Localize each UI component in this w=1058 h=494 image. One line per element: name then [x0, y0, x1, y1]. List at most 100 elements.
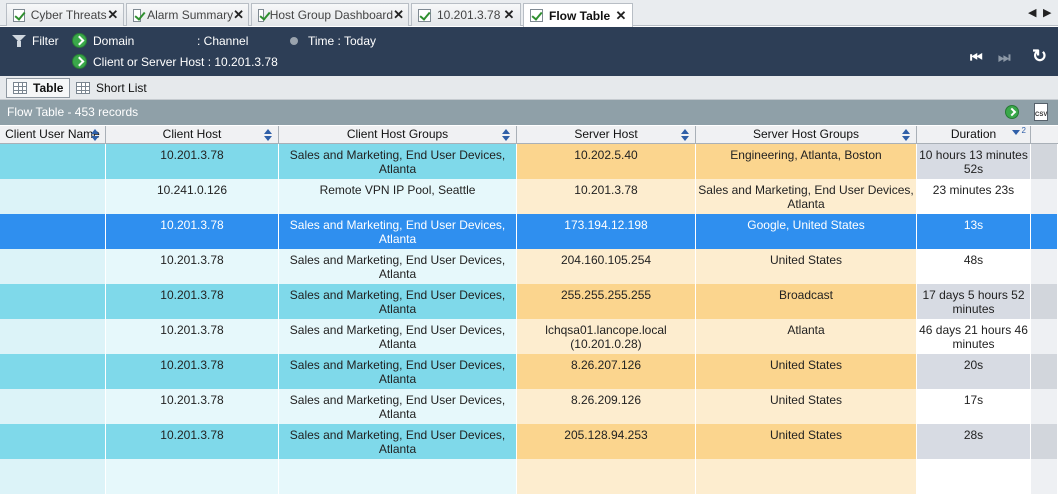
cell-server-host-groups: United States — [696, 249, 917, 284]
table-view-button[interactable]: Table — [6, 78, 71, 98]
filter-button[interactable]: Filter — [12, 34, 59, 48]
cell-client-host — [106, 459, 279, 494]
tab-cyber-threats[interactable]: Cyber Threats ✕ — [6, 3, 124, 26]
cell-client-user-name — [0, 284, 106, 319]
go-icon[interactable] — [1005, 105, 1019, 119]
cell-client-host-groups: Sales and Marketing, End User Devices, A… — [279, 284, 517, 319]
tab-scroll-right-icon[interactable]: ▶ — [1043, 6, 1051, 19]
table-row[interactable]: 10.201.3.78 Sales and Marketing, End User… — [0, 354, 1058, 389]
cell-duration: 20s — [917, 354, 1031, 389]
cell-client-host-groups: Sales and Marketing, End User Devices, A… — [279, 144, 517, 179]
cell-client-user-name — [0, 424, 106, 459]
cell-client-host: 10.201.3.78 — [106, 319, 279, 354]
cell-overflow — [1031, 319, 1058, 354]
fast-forward-icon[interactable]: ⏭ — [998, 49, 1011, 66]
sort-icon[interactable] — [902, 129, 910, 141]
cell-client-host: 10.201.3.78 — [106, 214, 279, 249]
cell-overflow — [1031, 179, 1058, 214]
domain-filter[interactable]: Domain — [72, 33, 134, 48]
cell-overflow — [1031, 144, 1058, 179]
cell-client-host: 10.201.3.78 — [106, 389, 279, 424]
tab-label: Cyber Threats — [30, 8, 107, 22]
cell-client-user-name — [0, 354, 106, 389]
tab-host-group-dashboard[interactable]: Host Group Dashboard ✕ — [251, 3, 409, 26]
column-label: Duration — [950, 127, 997, 141]
column-client-host-groups[interactable]: Client Host Groups — [279, 126, 517, 144]
table-row[interactable]: 10.201.3.78 Sales and Marketing, End User… — [0, 144, 1058, 179]
cell-client-user-name — [0, 249, 106, 284]
sort-icon[interactable] — [681, 129, 689, 141]
tab-alarm-summary[interactable]: Alarm Summary ✕ — [126, 3, 249, 26]
checkmark-icon — [530, 9, 543, 22]
sort-icon[interactable] — [264, 129, 272, 141]
channel-text: : Channel — [197, 34, 249, 48]
close-icon[interactable]: ✕ — [107, 7, 119, 23]
cell-duration: 10 hours 13 minutes 52s — [917, 144, 1031, 179]
cell-client-host-groups: Sales and Marketing, End User Devices, A… — [279, 389, 517, 424]
tab-label: Flow Table — [549, 8, 611, 23]
tab-flow-table[interactable]: Flow Table ✕ — [523, 3, 633, 27]
rewind-icon[interactable]: ⏮ — [970, 49, 983, 66]
cell-client-host: 10.201.3.78 — [106, 354, 279, 389]
table-row[interactable]: 10.201.3.78 Sales and Marketing, End User… — [0, 214, 1058, 249]
cell-server-host: 8.26.207.126 — [517, 354, 696, 389]
table-row[interactable]: 10.201.3.78 Sales and Marketing, End User… — [0, 249, 1058, 284]
tab-scroll-left-icon[interactable]: ◀ — [1028, 6, 1036, 19]
column-label: Client User Name — [5, 127, 100, 141]
column-duration[interactable]: Duration 2 — [917, 126, 1031, 144]
checkmark-icon — [133, 8, 142, 22]
cell-client-host-groups: Sales and Marketing, End User Devices, A… — [279, 214, 517, 249]
sort-descending-icon[interactable] — [1012, 130, 1020, 135]
cell-client-user-name — [0, 389, 106, 424]
column-client-host[interactable]: Client Host — [106, 126, 279, 144]
cell-duration: 13s — [917, 214, 1031, 249]
tab-label: 10.201.3.78 — [437, 8, 501, 22]
cell-server-host-groups: Atlanta — [696, 319, 917, 354]
column-server-host-groups[interactable]: Server Host Groups — [696, 126, 917, 144]
filter-bar: Filter Domain : Channel Time : Today Cli… — [0, 27, 1058, 76]
cell-client-host-groups: Sales and Marketing, End User Devices, A… — [279, 319, 517, 354]
cell-server-host-groups: Google, United States — [696, 214, 917, 249]
column-label: Server Host Groups — [752, 127, 860, 141]
table-row[interactable]: 10.201.3.78 Sales and Marketing, End User… — [0, 424, 1058, 459]
cell-server-host-groups: United States — [696, 389, 917, 424]
table-row[interactable]: 10.241.0.126 Remote VPN IP Pool, Seattle 1… — [0, 179, 1058, 214]
tab-host-10-201-3-78[interactable]: 10.201.3.78 ✕ — [411, 3, 521, 26]
table-row[interactable]: 10.201.3.78 Sales and Marketing, End User… — [0, 284, 1058, 319]
host-filter[interactable]: Client or Server Host : 10.201.3.78 — [72, 54, 278, 69]
sort-icon[interactable] — [502, 129, 510, 141]
refresh-icon[interactable]: ↻ — [1032, 46, 1047, 67]
cell-client-host-groups: Sales and Marketing, End User Devices, A… — [279, 249, 517, 284]
table-header: Client User Name Client Host Client Host… — [0, 126, 1058, 144]
short-list-view-button[interactable]: Short List — [70, 78, 153, 98]
close-icon[interactable]: ✕ — [393, 7, 404, 23]
time-filter[interactable]: Time : Today — [290, 34, 376, 48]
cell-server-host: 255.255.255.255 — [517, 284, 696, 319]
close-icon[interactable]: ✕ — [233, 7, 244, 23]
column-client-user-name[interactable]: Client User Name — [0, 126, 106, 144]
view-switcher: Table Short List — [0, 76, 1058, 100]
table-row[interactable] — [0, 459, 1058, 494]
cell-client-user-name — [0, 144, 106, 179]
close-icon[interactable]: ✕ — [502, 7, 516, 23]
table-row[interactable]: 10.201.3.78 Sales and Marketing, End User… — [0, 389, 1058, 424]
cell-duration: 23 minutes 23s — [917, 179, 1031, 214]
close-icon[interactable]: ✕ — [614, 8, 628, 24]
cell-server-host-groups: United States — [696, 424, 917, 459]
cell-client-host-groups: Remote VPN IP Pool, Seattle — [279, 179, 517, 214]
cell-overflow — [1031, 249, 1058, 284]
column-server-host[interactable]: Server Host — [517, 126, 696, 144]
column-overflow — [1031, 126, 1058, 144]
cell-client-host: 10.241.0.126 — [106, 179, 279, 214]
sort-icon[interactable] — [91, 129, 99, 141]
tab-label: Host Group Dashboard — [269, 8, 394, 22]
cell-client-host: 10.201.3.78 — [106, 424, 279, 459]
csv-export-icon[interactable]: CSV — [1034, 103, 1048, 121]
cell-duration: 46 days 21 hours 46 minutes — [917, 319, 1031, 354]
cell-client-host-groups: Sales and Marketing, End User Devices, A… — [279, 424, 517, 459]
grid-icon — [76, 82, 90, 94]
table-row[interactable]: 10.201.3.78 Sales and Marketing, End User… — [0, 319, 1058, 354]
table-view-label: Table — [33, 81, 64, 95]
cell-client-host: 10.201.3.78 — [106, 284, 279, 319]
arrow-circle-icon — [72, 33, 87, 48]
